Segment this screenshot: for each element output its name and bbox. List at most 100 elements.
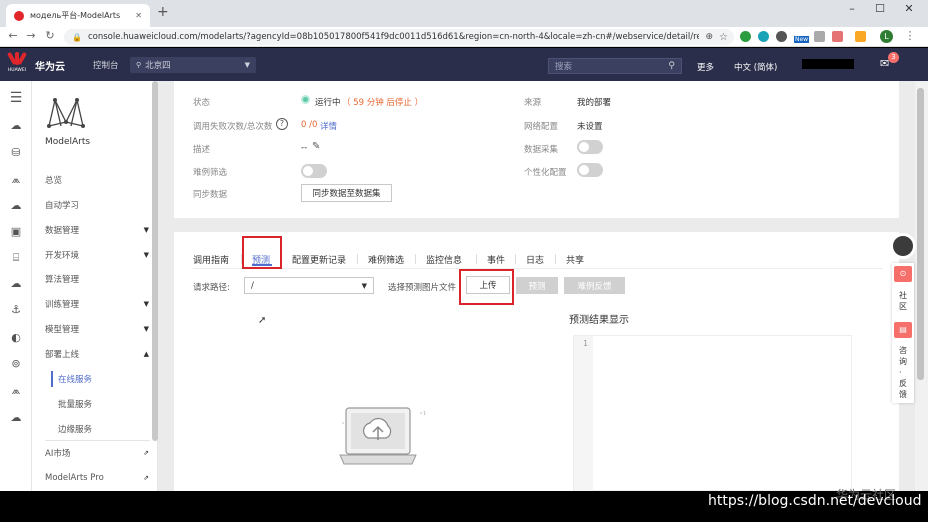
network-icon[interactable]: ⌸ [6,250,26,266]
sidebar-item-overview[interactable]: 总览 [45,171,149,189]
blog-watermark: https://blog.csdn.net/devcloud [708,493,922,509]
header-search-input[interactable]: 搜索 ⚲ [548,58,682,74]
extension-icon[interactable] [832,31,843,42]
sidebar-item-model-management[interactable]: 模型管理 ▼ [45,320,149,338]
browser-menu-icon[interactable]: ⋮ [903,29,917,43]
calls-detail-link[interactable]: 详情 [320,120,337,132]
tab-underline-track [193,268,883,269]
region-select[interactable]: ⚲ 北京四 ▼ [130,57,256,73]
star-icon[interactable]: ☆ [719,32,728,43]
tab-events[interactable]: 事件 [487,253,505,266]
username-redacted[interactable] [802,59,854,69]
help-icon[interactable]: ? [276,118,288,130]
tab-hard-example[interactable]: 难例筛选 [368,253,404,266]
sidebar-item-deploy[interactable]: 部署上线 ▲ [45,345,149,363]
hard-example-label: 难例筛选 [193,168,228,178]
sidebar-item-label: 算法管理 [45,275,80,285]
hard-example-feedback-button[interactable]: 难例反馈 [564,277,625,294]
tab-logs[interactable]: 日志 [526,253,544,266]
extension-icon[interactable] [758,31,769,42]
modelarts-icon[interactable]: ⩕ [6,172,26,188]
community-link[interactable]: 社区 [899,290,909,312]
sidebar-item-algorithm[interactable]: 算法管理 [45,270,149,288]
forward-icon[interactable]: → [24,29,38,43]
search-icon[interactable]: ⚲ [668,61,675,71]
sidebar-subitem-online-service[interactable]: 在线服务 [58,370,148,388]
tab-monitoring[interactable]: 监控信息 [426,253,462,266]
active-indicator [51,371,53,387]
chevron-down-icon: ▼ [244,61,250,69]
cloud-upload-icon[interactable]: ☁ [6,276,26,292]
storage-icon[interactable]: ▣ [6,224,26,240]
sidebar-item-dev-env[interactable]: 开发环境 ▼ [45,246,149,264]
extension-icon[interactable] [814,31,825,42]
sidebar-item-label: 训练管理 [45,300,80,310]
sync-dataset-button[interactable]: 同步数据至数据集 [301,184,392,202]
language-select[interactable]: 中文 (简体) [734,61,777,73]
minimize-button[interactable]: – [845,2,859,16]
edit-icon[interactable]: ✎ [312,141,320,152]
assistant-robot-icon[interactable] [890,233,916,259]
page-scrollbar-thumb[interactable] [917,88,924,380]
database-icon[interactable]: ⛁ [6,145,26,161]
personal-config-toggle[interactable] [577,163,603,177]
huawei-logo[interactable]: HUAWEI [6,51,28,76]
evernote-extension-icon[interactable] [740,31,751,42]
tab-config-history[interactable]: 配置更新记录 [292,253,346,266]
community-icon[interactable]: ⊙ [894,266,912,282]
sidebar-subitem-edge-service[interactable]: 边缘服务 [58,420,148,438]
anchor-icon[interactable]: ⚓ [6,302,26,318]
back-icon[interactable]: ← [6,29,20,43]
hard-example-toggle[interactable] [301,164,327,178]
modelarts-rail-icon[interactable]: ⩕ [6,383,26,399]
cloud-icon[interactable]: ☁ [6,118,26,134]
new-tab-button[interactable]: + [157,5,171,19]
sidebar-subitem-label: 在线服务 [58,375,93,385]
zoom-icon[interactable]: ⊕ [705,32,713,42]
result-editor[interactable] [573,335,852,491]
sidebar-item-data-management[interactable]: 数据管理 ▼ [45,221,149,239]
chevron-up-icon: ▲ [143,350,149,358]
extension-icon[interactable] [776,31,787,42]
circle-service-icon[interactable]: ◐ [6,330,26,346]
huawei-logo-text: HUAWEI [7,68,27,73]
sidebar-item-label: AI市场 [45,449,71,459]
chat-icon[interactable]: ▤ [894,322,912,338]
console-link[interactable]: 控制台 [93,59,119,71]
chevron-down-icon: ▼ [143,325,149,333]
menu-icon[interactable]: ☰ [6,90,26,106]
predict-button[interactable]: 预测 [516,277,558,294]
tab-separator [515,254,516,264]
tab-separator [555,254,556,264]
upload-button-highlight [459,269,514,305]
browser-tab[interactable]: модель平台-ModelArts ✕ [6,4,150,27]
settings-circle-icon[interactable]: ⊚ [6,356,26,372]
download-extension-icon[interactable] [855,31,866,42]
tab-share[interactable]: 共享 [566,253,584,266]
request-path-select[interactable]: / ▼ [244,277,374,294]
sidebar-divider [45,440,150,441]
sidebar-item-auto-learning[interactable]: 自动学习 [45,196,149,214]
tab-close-icon[interactable]: ✕ [135,11,142,20]
profile-avatar[interactable]: L [880,30,893,43]
toggle-knob [579,142,589,152]
data-collect-toggle[interactable] [577,140,603,154]
sidebar-item-modelarts-pro[interactable]: ModelArts Pro ⇗ [45,469,149,487]
reload-icon[interactable]: ↻ [43,29,57,43]
sidebar-item-ai-market[interactable]: AI市场 ⇗ [45,444,149,462]
lock-icon: 🔒 [72,32,82,42]
maximize-button[interactable]: ☐ [873,2,887,16]
cloud-service-icon[interactable]: ☁ [6,198,26,214]
sidebar-item-training[interactable]: 训练管理 ▼ [45,295,149,313]
tab-separator [415,254,416,264]
huawei-favicon-icon [14,10,24,21]
cloud-rail-icon[interactable]: ☁ [6,410,26,426]
brand-name[interactable]: 华为云 [35,58,65,73]
sidebar-subitem-batch-service[interactable]: 批量服务 [58,395,148,413]
address-bar[interactable]: 🔒 console.huaweicloud.com/modelarts/?age… [64,29,734,45]
new-extension-badge[interactable]: New [794,36,810,43]
more-menu[interactable]: 更多 [697,61,714,73]
tab-call-guide[interactable]: 调用指南 [193,253,229,266]
close-window-button[interactable]: ✕ [902,2,916,16]
consult-feedback-link[interactable]: 咨询·反馈 [899,345,909,400]
